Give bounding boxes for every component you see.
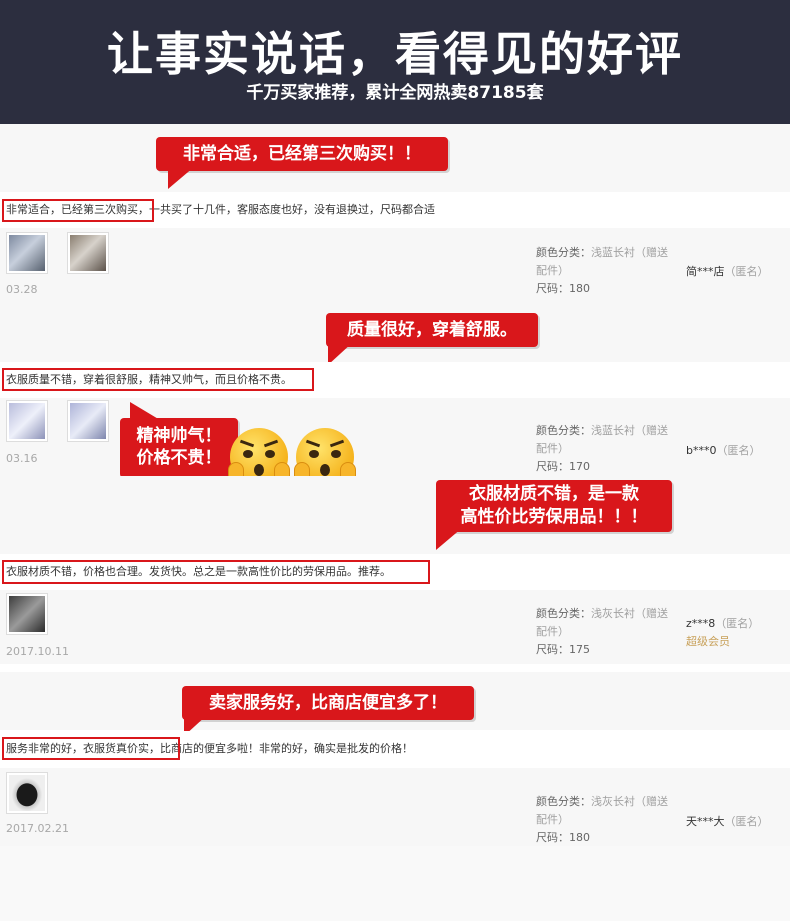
review-photos bbox=[6, 772, 62, 818]
size-label: 尺码： bbox=[536, 460, 569, 473]
reviewer-name: b***0 bbox=[686, 444, 717, 457]
size-value: 170 bbox=[569, 460, 590, 473]
reviewer: b***0（匿名） bbox=[686, 442, 760, 460]
review-photo[interactable] bbox=[67, 232, 110, 274]
review-photo[interactable] bbox=[6, 232, 48, 274]
header-banner: 让事实说话，看得见的好评 千万买家推荐，累计全网热卖87185套 bbox=[0, 0, 790, 124]
review-photos bbox=[6, 593, 62, 639]
color-label: 颜色分类： bbox=[536, 424, 591, 437]
page-title: 让事实说话，看得见的好评 bbox=[107, 27, 683, 81]
size-label: 尺码： bbox=[536, 643, 569, 656]
page-footer-band bbox=[0, 846, 790, 921]
review-sku: 颜色分类：浅灰长衬（赠送配件） 尺码：180 bbox=[536, 793, 676, 847]
bubble-text: 衣服材质不错，是一款 bbox=[469, 484, 639, 504]
review-photos bbox=[6, 400, 123, 446]
review-photo[interactable] bbox=[6, 772, 48, 814]
size-value: 180 bbox=[569, 282, 590, 295]
review-highlight-bubble: 非常合适，已经第三次购买！！ bbox=[156, 137, 448, 189]
review-photos bbox=[6, 232, 123, 278]
reviewer: 天***大（匿名） bbox=[686, 813, 769, 831]
reviewer: z***8（匿名） 超级会员 bbox=[686, 615, 759, 651]
reviewer-name: 简***店 bbox=[686, 265, 725, 278]
size-label: 尺码： bbox=[536, 831, 569, 844]
callout-line: 精神帅气！ bbox=[136, 426, 222, 446]
color-label: 颜色分类： bbox=[536, 795, 591, 808]
highlight-box bbox=[2, 368, 314, 391]
review-highlight-bubble: 衣服材质不错，是一款 高性价比劳保用品！！！ bbox=[436, 480, 672, 550]
review-sku: 颜色分类：浅蓝长衬（赠送配件） 尺码：180 bbox=[536, 244, 676, 298]
size-value: 175 bbox=[569, 643, 590, 656]
review-highlight-bubble: 质量很好，穿着舒服。 bbox=[326, 313, 538, 365]
anon-tag: （匿名） bbox=[724, 815, 769, 828]
reviewer-name: 天***大 bbox=[686, 815, 725, 828]
color-label: 颜色分类： bbox=[536, 607, 591, 620]
anon-tag: （匿名） bbox=[716, 444, 761, 457]
anon-tag: （匿名） bbox=[715, 617, 760, 630]
vip-badge: 超级会员 bbox=[686, 635, 730, 648]
highlight-box bbox=[2, 560, 430, 584]
highlight-box bbox=[2, 199, 154, 222]
review-date: 03.16 bbox=[6, 452, 38, 465]
anon-tag: （匿名） bbox=[724, 265, 769, 278]
color-label: 颜色分类： bbox=[536, 246, 591, 259]
review-photo[interactable] bbox=[6, 593, 48, 635]
side-callout-bubble: 精神帅气！ 价格不贵！ bbox=[120, 402, 238, 478]
bubble-text: 卖家服务好，比商店便宜多了！ bbox=[209, 693, 447, 713]
bubble-text: 高性价比劳保用品！！！ bbox=[460, 507, 648, 527]
review-date: 2017.10.11 bbox=[6, 645, 69, 658]
review-sku: 颜色分类：浅蓝长衬（赠送配件） 尺码：170 bbox=[536, 422, 676, 476]
review-date: 2017.02.21 bbox=[6, 822, 69, 835]
review-date: 03.28 bbox=[6, 283, 38, 296]
review-photo[interactable] bbox=[67, 400, 110, 442]
size-label: 尺码： bbox=[536, 282, 569, 295]
bubble-text: 质量很好，穿着舒服。 bbox=[347, 320, 517, 340]
review-sku: 颜色分类：浅灰长衬（赠送配件） 尺码：175 bbox=[536, 605, 676, 659]
size-value: 180 bbox=[569, 831, 590, 844]
review-photo[interactable] bbox=[6, 400, 48, 442]
highlight-box bbox=[2, 737, 180, 760]
review-highlight-bubble: 卖家服务好，比商店便宜多了！ bbox=[182, 686, 474, 736]
reviewer-name: z***8 bbox=[686, 617, 716, 630]
callout-line: 价格不贵！ bbox=[136, 448, 222, 468]
reviewer: 简***店（匿名） bbox=[686, 263, 769, 281]
page-subtitle: 千万买家推荐，累计全网热卖87185套 bbox=[246, 83, 544, 103]
bubble-text: 非常合适，已经第三次购买！！ bbox=[183, 144, 421, 164]
